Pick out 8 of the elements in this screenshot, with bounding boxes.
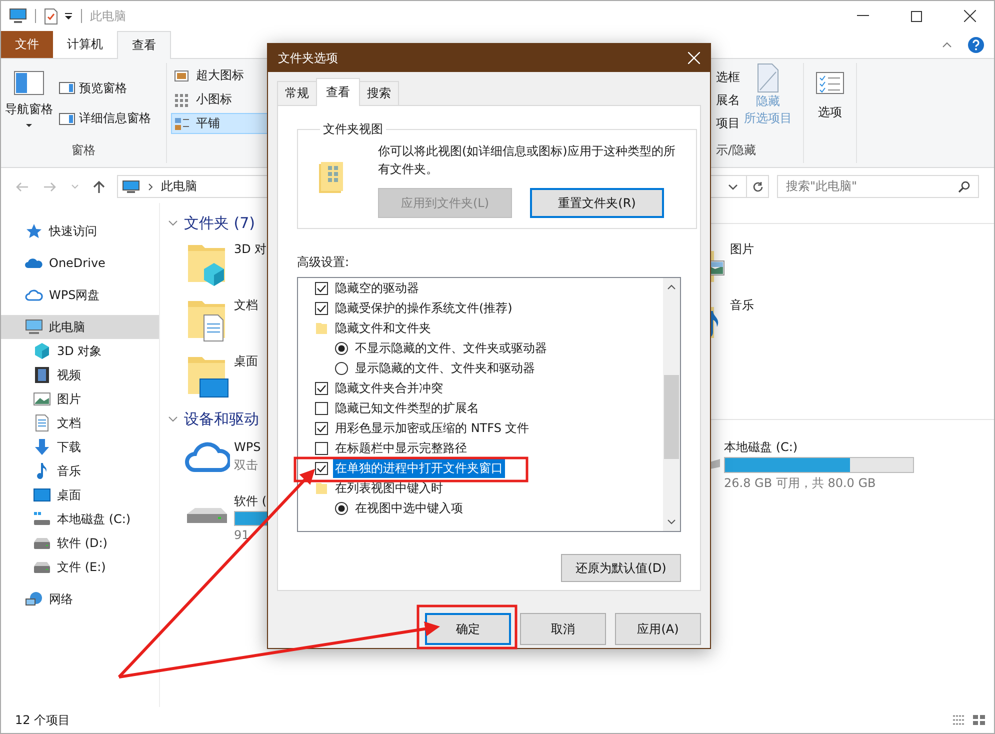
section-label: 高级设置:	[297, 254, 350, 271]
window-title: 此电脑	[90, 8, 126, 24]
item-count: 12 个项目	[15, 712, 70, 728]
dialog-title: 文件夹选项	[278, 50, 338, 66]
group-label: 示/隐藏	[716, 142, 758, 159]
group-label: 窗格	[70, 142, 96, 159]
description-text: 你可以将此视图(如详细信息或图标)应用于这种类型的所有文件夹。	[378, 143, 676, 178]
group-title: 文件夹视图	[322, 121, 384, 138]
